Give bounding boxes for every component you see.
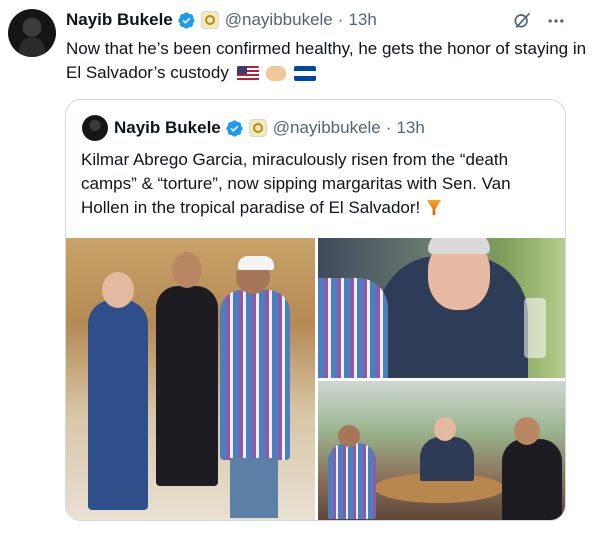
author-handle[interactable]: @nayibbukele [225,10,333,30]
government-affiliation-badge-icon [200,11,219,29]
photo-figure [172,252,202,288]
quoted-header-separator: · [385,118,392,137]
photo-figure [102,272,134,308]
photo-handshake[interactable] [66,238,315,520]
tweet-text-body: Now that he’s been confirmed healthy, he… [66,39,587,82]
photo-figure [428,238,490,254]
photo-figure [338,425,360,447]
header-separator: · [337,10,344,29]
photo-figure [420,437,474,481]
photo-grid [66,238,565,520]
us-flag-icon [236,66,259,81]
quoted-tweet-text: Kilmar Abrego Garcia, miraculously risen… [81,148,557,220]
author-avatar[interactable] [8,9,56,57]
verified-badge-icon [178,11,195,29]
photo-figure [238,256,274,270]
photo-table[interactable] [318,381,565,520]
quoted-tweet-text-body: Kilmar Abrego Garcia, miraculously risen… [81,150,511,217]
quoted-author-handle[interactable]: @nayibbukele [273,118,381,138]
el-salvador-flag-icon [294,66,317,81]
more-options-icon[interactable] [546,11,566,31]
photo-figure [318,278,388,378]
handshake-icon [266,66,287,81]
tweet[interactable]: Nayib Bukele @nayibbukele · 13h Now that… [0,0,606,534]
photo-figure [502,439,562,520]
photo-figure [524,298,546,358]
photo-figure [88,300,148,510]
photo-figure [156,286,218,486]
tropical-drink-icon [426,200,441,215]
photo-figure [434,417,456,441]
tweet-header: Nayib Bukele @nayibbukele · 13h [66,9,377,31]
quoted-tweet[interactable]: Nayib Bukele @nayibbukele · 13h Kilmar A… [65,99,566,521]
photo-figure [230,458,278,518]
quoted-tweet-header: Nayib Bukele @nayibbukele · 13h [114,117,425,139]
tweet-text: Now that he’s been confirmed healthy, he… [66,37,596,85]
photo-figure [220,290,290,460]
verified-badge-icon [226,119,243,137]
government-affiliation-badge-icon [248,119,267,137]
photo-closeup[interactable] [318,238,565,378]
quoted-author-name[interactable]: Nayib Bukele [114,118,221,138]
quoted-author-avatar[interactable] [82,115,108,141]
tweet-timestamp[interactable]: 13h [348,10,376,30]
photo-figure [514,417,540,445]
photo-figure [328,443,376,519]
grok-icon[interactable] [512,10,532,30]
author-name[interactable]: Nayib Bukele [66,10,173,30]
quoted-tweet-timestamp[interactable]: 13h [396,118,424,138]
